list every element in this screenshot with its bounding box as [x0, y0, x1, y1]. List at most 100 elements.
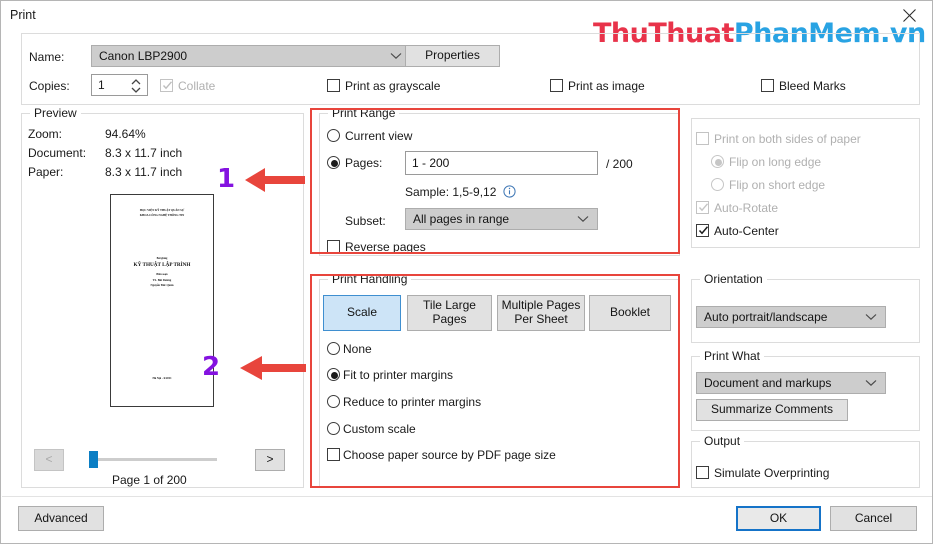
annotation-marker-1: 1 — [217, 164, 236, 194]
paper-source-label: Choose paper source by PDF page size — [343, 448, 556, 462]
printer-name-label: Name: — [29, 50, 65, 64]
document-value: 8.3 x 11.7 inch — [105, 146, 183, 160]
flip-short-edge-radio — [711, 178, 724, 191]
flip-long-edge-radio — [711, 155, 724, 168]
print-handling-legend: Print Handling — [328, 272, 412, 286]
print-as-image-checkbox[interactable] — [550, 79, 563, 92]
paper-source-checkbox[interactable] — [327, 448, 340, 461]
tab-multiple-pages-per-sheet[interactable]: Multiple Pages Per Sheet — [497, 295, 585, 331]
print-both-sides-checkbox — [696, 132, 709, 145]
print-as-grayscale-checkbox[interactable] — [327, 79, 340, 92]
subset-label: Subset: — [345, 214, 386, 228]
bleed-marks-label: Bleed Marks — [779, 79, 846, 93]
scale-option-none-radio[interactable] — [327, 342, 340, 355]
chevron-down-icon — [390, 49, 402, 63]
chevron-down-icon — [865, 376, 877, 390]
properties-button[interactable]: Properties — [405, 45, 500, 67]
paper-value: 8.3 x 11.7 inch — [105, 165, 183, 179]
thumb-line-3: Bài giảng — [156, 257, 168, 260]
collate-checkbox — [160, 79, 173, 92]
thumb-line-6: TS. Bùi Dương — [152, 278, 172, 282]
thumb-line-5: Biên soạn — [156, 273, 168, 276]
printer-group: Name: Canon LBP2900 Properties Copies: 1… — [21, 33, 920, 105]
spinner-arrows-icon[interactable] — [130, 77, 142, 94]
next-page-button[interactable]: > — [255, 449, 285, 471]
tab-tile-large-pages-line2: Pages — [432, 312, 467, 326]
collate-label: Collate — [178, 79, 216, 93]
zoom-label: Zoom: — [28, 127, 63, 141]
reverse-pages-checkbox[interactable] — [327, 240, 340, 253]
cancel-button[interactable]: Cancel — [830, 506, 917, 531]
simulate-overprinting-checkbox[interactable] — [696, 466, 709, 479]
info-icon[interactable] — [503, 185, 516, 201]
paper-label: Paper: — [28, 165, 64, 179]
page-slider-thumb[interactable] — [89, 451, 98, 468]
flip-long-edge-label: Flip on long edge — [729, 155, 822, 169]
document-label: Document: — [28, 146, 87, 160]
subset-value: All pages in range — [413, 212, 510, 226]
orientation-select[interactable]: Auto portrait/landscape — [696, 306, 886, 328]
copies-stepper[interactable]: 1 — [91, 74, 148, 96]
tab-tile-large-pages[interactable]: Tile Large Pages — [407, 295, 492, 331]
tab-scale[interactable]: Scale — [323, 295, 401, 331]
sample-text: Sample: 1,5-9,12 — [405, 185, 497, 199]
previous-page-button[interactable]: < — [34, 449, 64, 471]
zoom-value: 94.64% — [105, 127, 146, 141]
print-what-legend: Print What — [700, 349, 765, 363]
pages-input[interactable]: 1 - 200 — [405, 151, 598, 175]
print-both-sides-label: Print on both sides of paper — [714, 132, 861, 146]
output-legend: Output — [700, 434, 745, 448]
footer-divider — [2, 496, 932, 497]
printer-name-select[interactable]: Canon LBP2900 — [91, 45, 411, 67]
radio-dot-icon — [715, 159, 722, 166]
advanced-button[interactable]: Advanced — [18, 506, 104, 531]
scale-option-custom-label: Custom scale — [343, 422, 416, 436]
print-what-select[interactable]: Document and markups — [696, 372, 886, 394]
orientation-value: Auto portrait/landscape — [704, 310, 828, 324]
scale-option-none-label: None — [343, 342, 372, 356]
check-icon — [698, 202, 709, 216]
ok-button[interactable]: OK — [736, 506, 821, 531]
subset-select[interactable]: All pages in range — [405, 208, 598, 230]
bleed-marks-checkbox[interactable] — [761, 79, 774, 92]
pages-label: Pages: — [345, 156, 383, 170]
scale-option-fit-radio[interactable] — [327, 368, 340, 381]
auto-rotate-checkbox — [696, 201, 709, 214]
reverse-pages-label: Reverse pages — [345, 240, 426, 254]
tab-tile-large-pages-line1: Tile Large — [423, 298, 476, 313]
tab-multiple-pages-line2: Per Sheet — [514, 312, 568, 326]
radio-dot-icon — [331, 372, 338, 379]
tab-booklet[interactable]: Booklet — [589, 295, 671, 331]
tab-multiple-pages-line1: Multiple Pages — [501, 298, 581, 313]
radio-dot-icon — [331, 160, 338, 167]
page-slider-track[interactable] — [89, 458, 217, 461]
thumb-line-7: Nguyễn Đức Quân — [150, 283, 174, 287]
summarize-comments-button[interactable]: Summarize Comments — [696, 399, 848, 421]
print-as-image-label: Print as image — [568, 79, 645, 93]
page-status: Page 1 of 200 — [112, 473, 187, 487]
current-view-label: Current view — [345, 129, 413, 143]
copies-label: Copies: — [29, 79, 70, 93]
print-range-legend: Print Range — [328, 106, 400, 120]
scale-option-fit-label: Fit to printer margins — [343, 368, 454, 382]
auto-center-label: Auto-Center — [714, 224, 779, 238]
scale-option-reduce-radio[interactable] — [327, 395, 340, 408]
preview-legend: Preview — [30, 106, 81, 120]
pages-radio[interactable] — [327, 156, 340, 169]
auto-rotate-label: Auto-Rotate — [714, 201, 779, 215]
current-view-radio[interactable] — [327, 129, 340, 142]
auto-center-checkbox[interactable] — [696, 224, 709, 237]
scale-option-custom-radio[interactable] — [327, 422, 340, 435]
check-icon — [698, 225, 709, 239]
chevron-down-icon — [577, 212, 589, 226]
thumb-line-4: KỸ THUẬT LẬP TRÌNH — [133, 262, 191, 268]
print-as-grayscale-label: Print as grayscale — [345, 79, 441, 93]
annotation-marker-2: 2 — [202, 352, 221, 382]
printer-name-value: Canon LBP2900 — [99, 49, 188, 63]
check-icon — [162, 80, 173, 94]
copies-value: 1 — [98, 78, 105, 92]
scale-option-reduce-label: Reduce to printer margins — [343, 395, 482, 409]
flip-short-edge-label: Flip on short edge — [729, 178, 826, 192]
thumb-line-2: KHOA CÔNG NGHỆ THÔNG TIN — [139, 213, 185, 217]
thumb-line-1: HỌC VIỆN KỸ THUẬT QUÂN SỰ — [139, 208, 185, 212]
